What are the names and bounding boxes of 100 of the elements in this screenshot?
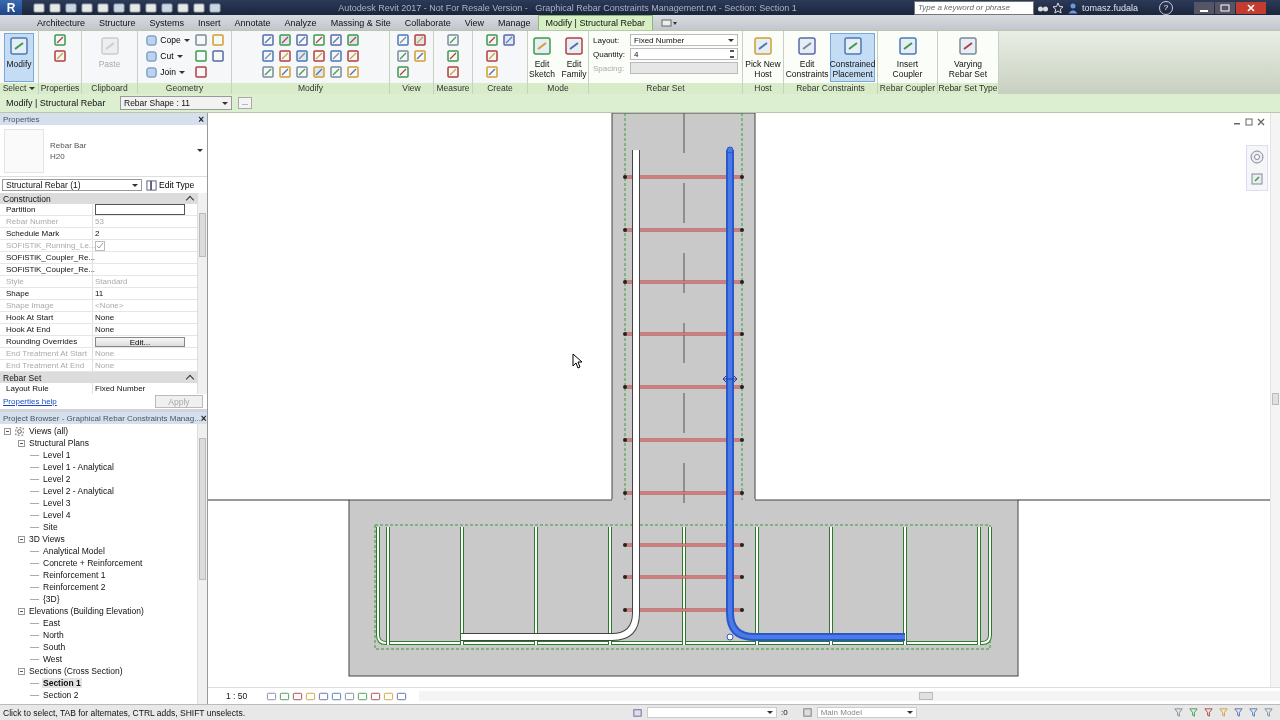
tree-item[interactable]: {3D} bbox=[42, 594, 61, 604]
toolbar-icon[interactable] bbox=[161, 1, 173, 14]
toolbar-icon[interactable] bbox=[49, 1, 61, 14]
close-icon[interactable] bbox=[1236, 1, 1266, 14]
ribbon-button[interactable]: Edit Sketch bbox=[527, 33, 557, 82]
tree-item[interactable]: Section 1 bbox=[42, 678, 82, 688]
tree-item[interactable]: Sections (Cross Section) bbox=[28, 666, 124, 676]
ribbon-button[interactable]: Insert Coupler bbox=[890, 33, 925, 82]
expand-toggle[interactable] bbox=[4, 427, 11, 435]
tool-icon[interactable] bbox=[346, 65, 360, 79]
panel-label[interactable]: Geometry bbox=[138, 83, 231, 94]
view-control-icon[interactable] bbox=[344, 690, 355, 702]
panel-label[interactable]: Properties bbox=[39, 83, 81, 94]
panel-label[interactable]: Rebar Set Type bbox=[938, 83, 998, 94]
expand-toggle[interactable] bbox=[18, 535, 25, 543]
tool-icon[interactable] bbox=[396, 49, 410, 63]
panel-label[interactable]: Rebar Set bbox=[589, 83, 742, 94]
tree-item[interactable]: Level 3 bbox=[42, 498, 72, 508]
tool-icon[interactable] bbox=[484, 65, 499, 79]
tool-icon[interactable] bbox=[396, 65, 410, 79]
tool-icon[interactable] bbox=[346, 33, 360, 47]
tool-icon[interactable] bbox=[413, 33, 427, 47]
tool-icon[interactable] bbox=[261, 33, 275, 47]
workset-icon[interactable] bbox=[632, 707, 643, 718]
tree-item[interactable]: South bbox=[42, 642, 67, 652]
minimize-icon[interactable] bbox=[1194, 1, 1214, 14]
tool-icon[interactable] bbox=[413, 49, 427, 63]
scrollbar-thumb[interactable] bbox=[199, 213, 206, 257]
tool-icon[interactable] bbox=[329, 49, 343, 63]
tool-icon[interactable] bbox=[193, 33, 208, 47]
tool-icon[interactable] bbox=[329, 65, 343, 79]
toolbar-icon[interactable] bbox=[145, 1, 157, 14]
scrollbar-thumb[interactable] bbox=[199, 438, 206, 580]
ribbon-tab[interactable]: Insert bbox=[191, 16, 228, 30]
tool-icon[interactable] bbox=[295, 33, 309, 47]
star-icon[interactable] bbox=[1051, 1, 1064, 14]
input-field[interactable]: 4 bbox=[630, 48, 738, 60]
panel-label[interactable]: Select bbox=[0, 83, 38, 94]
toolbar-icon[interactable] bbox=[113, 1, 125, 14]
tool-icon[interactable] bbox=[446, 49, 460, 63]
toolbar-icon[interactable] bbox=[193, 1, 205, 14]
tree-item[interactable]: Section 2 bbox=[42, 690, 80, 700]
ribbon-tab[interactable]: Annotate bbox=[227, 16, 278, 30]
tree-item[interactable]: Reinforcement 1 bbox=[42, 570, 107, 580]
tree-item[interactable]: Level 2 - Analytical bbox=[42, 486, 115, 496]
type-selector[interactable]: Rebar Shape : 11 bbox=[120, 96, 232, 110]
ribbon-button[interactable]: Constrained Placement bbox=[830, 33, 875, 82]
panel-label[interactable]: Modify bbox=[232, 83, 389, 94]
panel-label[interactable]: Measure bbox=[434, 83, 472, 94]
tree-item[interactable]: West bbox=[42, 654, 64, 664]
view-control-icon[interactable] bbox=[331, 690, 342, 702]
tool-icon[interactable] bbox=[484, 33, 499, 47]
tool-icon[interactable] bbox=[261, 49, 275, 63]
tree-item[interactable]: Level 4 bbox=[42, 510, 72, 520]
tool-icon[interactable] bbox=[193, 49, 208, 63]
view-control-icon[interactable] bbox=[357, 690, 368, 702]
tree-item[interactable]: Site bbox=[42, 522, 59, 532]
tree-item[interactable]: Level 1 - Analytical bbox=[42, 462, 115, 472]
selection-filter-icon[interactable] bbox=[1203, 707, 1214, 718]
ribbon-tab[interactable]: Architecture bbox=[30, 16, 93, 30]
view-control-icon[interactable] bbox=[279, 690, 290, 702]
toolbar-icon[interactable] bbox=[177, 1, 189, 14]
view-control-icon[interactable] bbox=[318, 690, 329, 702]
expand-toggle[interactable] bbox=[18, 607, 25, 615]
tree-item[interactable]: Analytical Model bbox=[42, 546, 106, 556]
tool-icon[interactable] bbox=[312, 65, 326, 79]
scrollbar-thumb[interactable] bbox=[1272, 393, 1279, 405]
selection-filter-icon[interactable] bbox=[1248, 707, 1259, 718]
layout-dropdown[interactable]: Fixed Number bbox=[630, 34, 738, 46]
ribbon-button[interactable]: Edit Family bbox=[559, 33, 589, 82]
tool-icon[interactable] bbox=[501, 33, 516, 47]
panel-label[interactable]: Host bbox=[743, 83, 783, 94]
view-control-icon[interactable] bbox=[266, 690, 277, 702]
view-control-icon[interactable] bbox=[396, 690, 407, 702]
selection-filter-icon[interactable] bbox=[1233, 707, 1244, 718]
ribbon-button[interactable]: Cut bbox=[144, 49, 192, 63]
tool-icon[interactable] bbox=[261, 65, 275, 79]
tool-icon[interactable] bbox=[396, 33, 410, 47]
tree-item[interactable]: Concrete + Reinforcement bbox=[42, 558, 144, 568]
panel-label[interactable]: Rebar Constraints bbox=[784, 83, 877, 94]
toolbar-icon[interactable] bbox=[129, 1, 141, 14]
tree-item[interactable]: Reinforcement 2 bbox=[42, 582, 107, 592]
app-menu-button[interactable]: R bbox=[0, 0, 22, 15]
design-options-icon[interactable] bbox=[801, 707, 813, 718]
tool-icon[interactable] bbox=[312, 49, 326, 63]
view-control-icon[interactable] bbox=[292, 690, 303, 702]
restore-icon[interactable] bbox=[1244, 117, 1254, 127]
toolbar-icon[interactable] bbox=[97, 1, 109, 14]
toolbar-icon[interactable] bbox=[33, 1, 45, 14]
tree-item[interactable]: Structural Plans bbox=[28, 438, 90, 448]
tool-icon[interactable] bbox=[484, 49, 499, 63]
ribbon-tab[interactable]: View bbox=[457, 16, 492, 30]
ribbon-button[interactable]: Varying Rebar Set bbox=[946, 33, 990, 82]
zoom-icon[interactable] bbox=[1249, 171, 1265, 187]
close-icon[interactable] bbox=[1256, 117, 1266, 127]
tool-icon[interactable] bbox=[53, 49, 67, 63]
tree-item[interactable]: Elevations (Building Elevation) bbox=[28, 606, 145, 616]
ribbon-button[interactable]: Pick New Host bbox=[745, 33, 781, 82]
ribbon-tab[interactable]: Structure bbox=[92, 16, 143, 30]
tool-icon[interactable] bbox=[193, 65, 208, 79]
